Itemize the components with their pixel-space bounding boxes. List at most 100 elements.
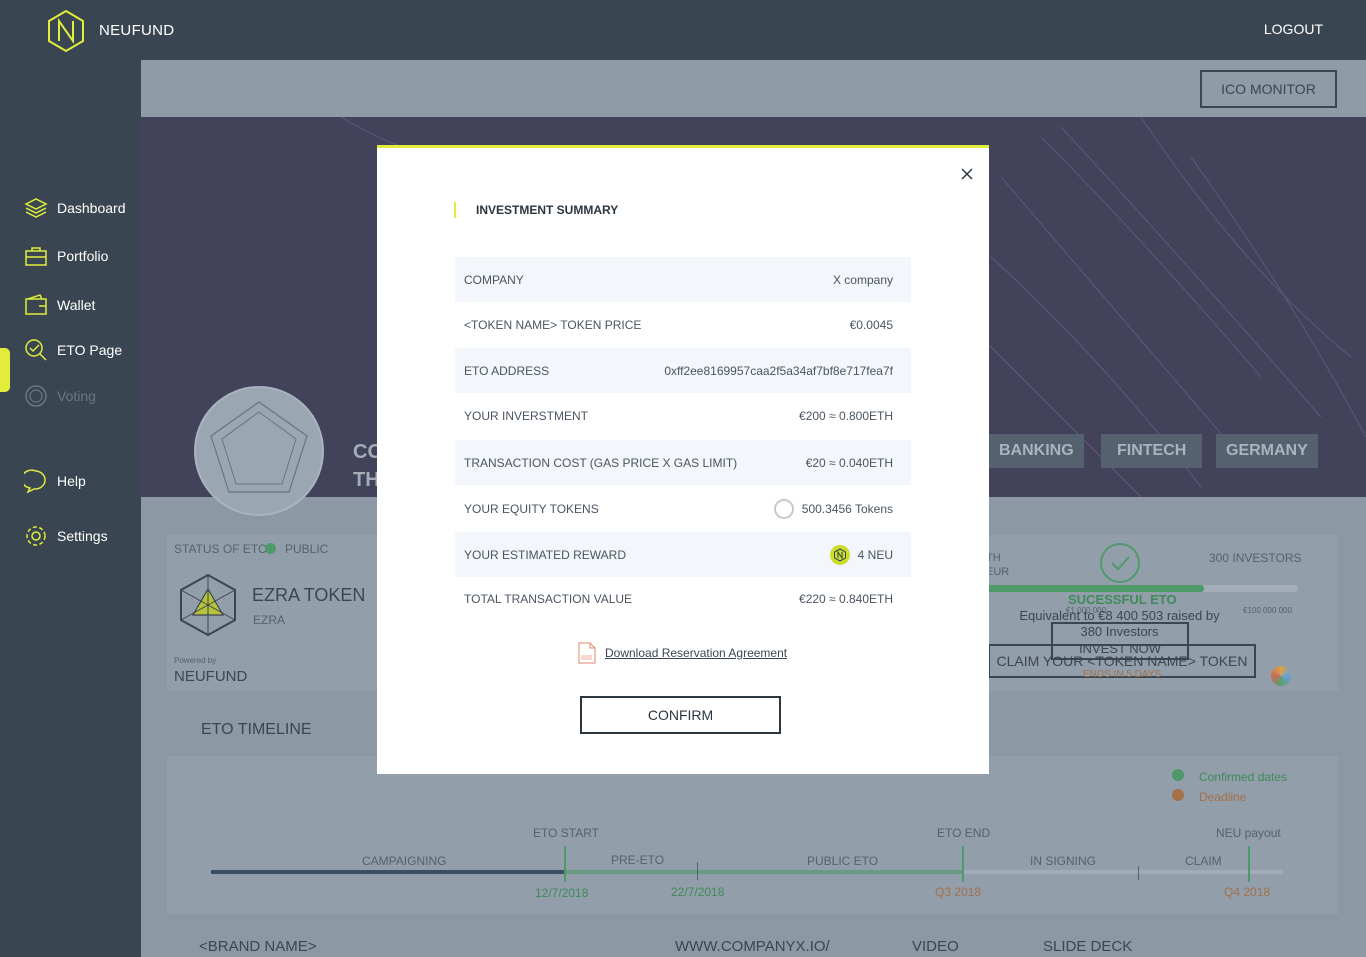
ico-strip: ICO MONITOR — [141, 60, 1366, 117]
timeline-tick-payout — [1248, 846, 1250, 882]
sidebar-item-label: Help — [57, 473, 86, 489]
row-label: <TOKEN NAME> TOKEN PRICE — [464, 317, 642, 332]
token-name: EZRA TOKEN — [252, 585, 366, 605]
summary-row-transaction-cost: TRANSACTION COST (GAS PRICE X GAS LIMIT)… — [455, 440, 911, 485]
phase-pre-eto: PRE-ETO — [611, 853, 665, 867]
timeline-tick-start — [564, 846, 566, 882]
sidebar-item-label: Voting — [57, 388, 96, 404]
wallet-icon — [25, 294, 47, 315]
download-agreement-link[interactable]: Download Reservation Agreement — [578, 642, 787, 664]
timeline-segment-post — [963, 870, 1283, 874]
tag-banking: BANKING — [989, 434, 1084, 468]
neu-icon — [829, 544, 850, 565]
timeline-segment-eto — [565, 870, 963, 874]
token-symbol: EZRA — [253, 613, 286, 627]
sidebar-item-dashboard[interactable]: Dashboard — [0, 190, 141, 226]
timeline-segment-campaigning — [211, 870, 565, 874]
neu-payout-label: NEU payout — [1216, 826, 1281, 840]
help-icon — [24, 469, 46, 493]
neufund-logo-icon[interactable] — [47, 9, 85, 53]
portfolio-icon — [25, 247, 47, 266]
row-value: €20 ≈ 0.040ETH — [805, 455, 893, 470]
phase-claim: CLAIM — [1185, 854, 1222, 868]
eto-page-icon — [25, 339, 47, 361]
pentagon-icon — [210, 401, 308, 493]
legend-confirmed-label: Confirmed dates — [1199, 770, 1288, 784]
row-value: €0.0045 — [849, 317, 893, 332]
summary-row-equity-tokens: YOUR EQUITY TOKENS 500.3456 Tokens — [455, 486, 911, 531]
confirm-button[interactable]: CONFIRM — [580, 696, 781, 734]
powered-by-brand: NEUFUND — [174, 668, 248, 685]
sidebar-item-settings[interactable]: Settings — [0, 518, 141, 554]
row-value-group: 500.3456 Tokens — [773, 498, 893, 519]
timeline-tick-end — [962, 846, 964, 882]
row-label: ETO ADDRESS — [464, 363, 550, 378]
status-value: PUBLIC — [285, 542, 329, 556]
summary-row-company: COMPANY X company — [455, 257, 911, 302]
summary-row-token-price: <TOKEN NAME> TOKEN PRICE €0.0045 — [455, 302, 911, 347]
sidebar-item-wallet[interactable]: Wallet — [0, 287, 141, 323]
success-label: SUCESSFUL ETO — [1068, 592, 1177, 607]
investment-summary-modal: INVESTMENT SUMMARY COMPANY X company <TO… — [377, 145, 989, 774]
success-check-icon — [1100, 543, 1140, 583]
row-label: YOUR ESTIMATED REWARD — [464, 547, 627, 562]
timeline-tick-signing — [1138, 866, 1139, 880]
legend-confirmed-dot — [1172, 769, 1184, 781]
row-label: TOTAL TRANSACTION VALUE — [464, 591, 633, 606]
legend-deadline-label: Deadline — [1199, 790, 1247, 804]
pdf-icon — [578, 642, 596, 664]
sidebar-item-label: Dashboard — [57, 200, 126, 216]
brand-name-link[interactable]: <BRAND NAME> — [199, 938, 317, 955]
summary-row-investment: YOUR INVERSTMENT €200 ≈ 0.800ETH — [455, 393, 911, 438]
legend-deadline-dot — [1172, 789, 1184, 801]
phase-campaigning: CAMPAIGNING — [362, 854, 447, 868]
website-link[interactable]: WWW.COMPANYX.IO/ — [675, 938, 830, 955]
tag-germany: GERMANY — [1216, 434, 1318, 468]
row-label: COMPANY — [464, 272, 524, 287]
settings-icon — [26, 526, 46, 546]
ends-in-label: ENDS IN 5 DAYS — [1083, 669, 1162, 680]
download-label[interactable]: Download Reservation Agreement — [605, 646, 787, 660]
row-value: 0xff2ee8169957caa2f5a34af7bf8e717fea7f — [664, 363, 893, 378]
sidebar-item-label: ETO Page — [57, 342, 123, 358]
row-value: 500.3456 Tokens — [801, 501, 893, 516]
globe-icon[interactable] — [1271, 666, 1291, 686]
row-label: TRANSACTION COST (GAS PRICE X GAS LIMIT) — [464, 455, 738, 470]
modal-title: INVESTMENT SUMMARY — [454, 202, 618, 218]
eto-end-label: ETO END — [937, 826, 991, 840]
status-label: STATUS OF ETO — [174, 542, 268, 556]
logout-button[interactable]: LOGOUT — [1264, 21, 1323, 37]
company-logo-placeholder — [194, 386, 324, 516]
row-label: YOUR EQUITY TOKENS — [464, 501, 599, 516]
row-value: 4 NEU — [857, 547, 893, 562]
top-bar: NEUFUND LOGOUT — [0, 0, 1366, 60]
timeline-card — [167, 756, 1338, 914]
status-dot — [265, 543, 276, 554]
powered-by-label: Powered by — [174, 656, 217, 665]
sidebar-item-eto-page[interactable]: ETO Page — [0, 332, 141, 368]
sidebar-item-label: Wallet — [57, 297, 96, 313]
stat-partial: TH EUR — [986, 552, 1010, 578]
summary-row-eto-address: ETO ADDRESS 0xff2ee8169957caa2f5a34af7bf… — [455, 348, 911, 393]
sidebar-item-voting: Voting — [0, 378, 141, 414]
close-icon[interactable] — [959, 166, 975, 182]
slide-deck-link[interactable]: SLIDE DECK — [1043, 938, 1132, 955]
eto-start-label: ETO START — [533, 826, 600, 840]
row-value: €200 ≈ 0.800ETH — [799, 408, 893, 423]
sidebar-item-help[interactable]: Help — [0, 463, 141, 499]
date-pre-eto: 22/7/2018 — [671, 885, 725, 899]
ezra-token-icon — [180, 573, 236, 637]
video-link[interactable]: VIDEO — [912, 938, 959, 955]
phase-in-signing: IN SIGNING — [1030, 854, 1097, 868]
sidebar-item-portfolio[interactable]: Portfolio — [0, 238, 141, 274]
date-neu-payout: Q4 2018 — [1224, 885, 1271, 899]
tag-fintech: FINTECH — [1101, 434, 1203, 468]
vote-icon — [25, 385, 47, 407]
dashboard-icon — [24, 198, 48, 218]
timeline-tick-pre — [697, 862, 698, 880]
ico-monitor-button[interactable]: ICO MONITOR — [1200, 70, 1337, 108]
cap-max-label: €100 000 000 — [1243, 606, 1292, 615]
funding-progress-fill — [986, 585, 1204, 592]
row-label: YOUR INVERSTMENT — [464, 408, 589, 423]
token-icon — [773, 498, 794, 519]
